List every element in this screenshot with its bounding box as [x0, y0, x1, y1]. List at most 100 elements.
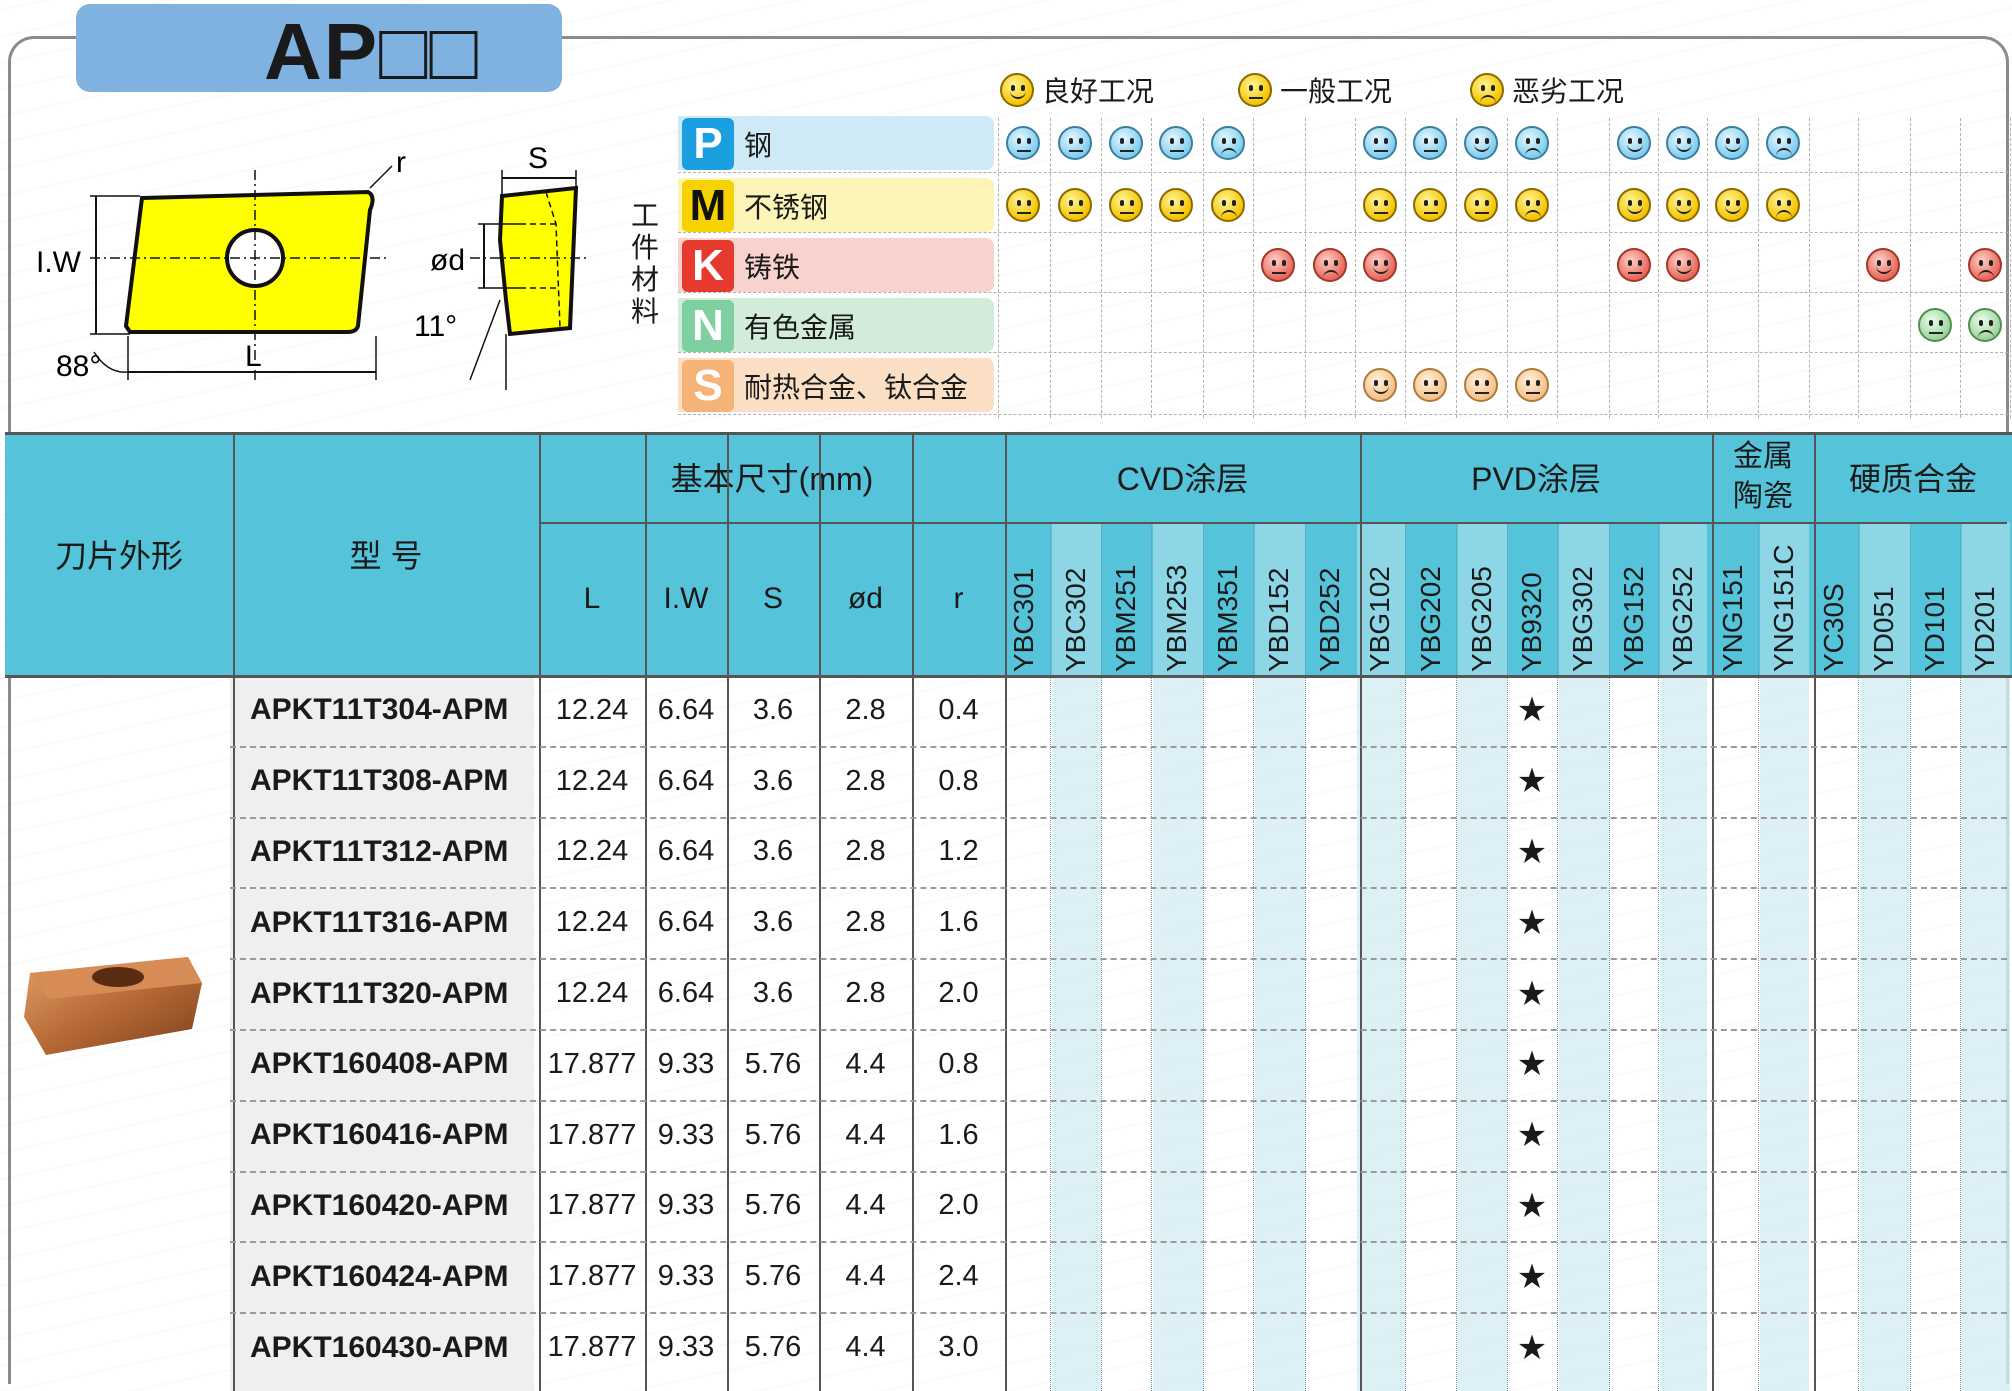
grade-label: YBC302	[1059, 567, 1091, 672]
neutral-face-icon	[1413, 188, 1447, 222]
neutral-face-icon	[1363, 188, 1397, 222]
material-grid-vline	[1050, 118, 1051, 418]
dim-value-r: 1.6	[938, 906, 979, 939]
material-grid-vline	[1910, 118, 1911, 418]
sad-face-icon	[1766, 188, 1800, 222]
grade-label: YBG202	[1414, 566, 1446, 672]
dim-value-r: 0.8	[938, 764, 979, 797]
material-grid-vline	[1707, 118, 1708, 418]
sad-face-icon	[1515, 188, 1549, 222]
dim-value-L: 17.877	[547, 1331, 637, 1364]
grade-vline	[1960, 522, 1961, 1391]
legend-normal: 一般工况	[1238, 72, 1392, 108]
recommended-star-icon: ★	[1516, 1257, 1548, 1296]
dim-value-L: 17.877	[547, 1118, 637, 1151]
smile-face-icon	[1666, 248, 1700, 282]
material-badge-p: P	[682, 118, 734, 170]
dim-header-4: r	[953, 581, 964, 615]
grade-header-cell: YNG151	[1707, 524, 1758, 672]
dim-value-r: 1.6	[938, 1118, 979, 1151]
label-r: r	[396, 146, 406, 179]
table-vline	[1712, 432, 1714, 1391]
neutral-face-icon	[1058, 188, 1092, 222]
material-grid-vline	[1101, 118, 1102, 418]
material-badge-k: K	[682, 240, 734, 292]
grade-vline	[1456, 522, 1457, 1391]
recommended-star-icon: ★	[1516, 1328, 1548, 1367]
neutral-face-icon	[1006, 188, 1040, 222]
grade-header-cell: YD101	[1910, 524, 1960, 672]
table-vline	[1005, 432, 1007, 1391]
dim-value-L: 12.24	[555, 906, 629, 939]
dim-value-d: 4.4	[845, 1047, 886, 1080]
grade-label: YBD252	[1314, 567, 1345, 672]
neutral-face-icon	[1238, 73, 1272, 107]
dim-header-3: ød	[847, 581, 883, 615]
dim-value-S: 3.6	[752, 906, 794, 939]
dim-value-d: 2.8	[845, 764, 886, 797]
grade-header-cell: YC30S	[1809, 524, 1858, 672]
grade-label: YBG252	[1666, 566, 1698, 672]
dim-value-S: 5.76	[744, 1331, 802, 1364]
model-name: APKT160420-APM	[250, 1188, 509, 1222]
dim-value-d: 4.4	[845, 1118, 886, 1151]
material-grid-hline	[678, 292, 2008, 293]
grade-header-cell: YBG252	[1658, 524, 1707, 672]
model-name: APKT160424-APM	[250, 1259, 509, 1293]
sad-face-icon	[1515, 126, 1549, 160]
dim-value-d: 2.8	[845, 906, 886, 939]
smile-face-icon	[1715, 126, 1749, 160]
grade-label: YD201	[1969, 586, 2000, 672]
sad-face-icon	[1211, 126, 1245, 160]
material-grid-hline	[678, 232, 2008, 233]
dim-value-IW: 6.64	[657, 693, 715, 726]
dim-value-S: 5.76	[744, 1189, 802, 1222]
grade-vline	[1253, 522, 1254, 1391]
material-name-s: 耐热合金、钛合金	[744, 372, 969, 403]
label-L: L	[245, 340, 262, 373]
dim-value-S: 3.6	[752, 764, 794, 797]
grade-vline	[1101, 522, 1102, 1391]
grade-label: YBM253	[1161, 564, 1192, 672]
grade-label: YBD152	[1263, 567, 1294, 672]
dim-value-L: 17.877	[547, 1189, 637, 1222]
grade-vline	[1203, 522, 1204, 1391]
header-model: 型 号	[349, 537, 423, 574]
recommended-star-icon: ★	[1516, 903, 1548, 942]
material-badge-m: M	[682, 180, 734, 232]
grade-vline	[1758, 522, 1759, 1391]
grade-vline	[1405, 522, 1406, 1391]
model-name: APKT11T316-APM	[250, 905, 509, 939]
neutral-face-icon	[1464, 188, 1498, 222]
neutral-face-icon	[1413, 368, 1447, 402]
legend-good: 良好工况	[1000, 72, 1154, 108]
neutral-face-icon	[1918, 308, 1952, 342]
smile-face-icon	[1617, 188, 1651, 222]
material-grid-vline	[2010, 118, 2011, 418]
neutral-face-icon	[1413, 126, 1447, 160]
label-S: S	[528, 142, 548, 175]
grade-vline	[1151, 522, 1152, 1391]
material-grid-vline	[1305, 118, 1306, 418]
material-grid-vline	[1203, 118, 1204, 418]
grade-header-cell: YD051	[1858, 524, 1910, 672]
material-grid-vline	[1355, 118, 1356, 418]
smile-face-icon	[1715, 188, 1749, 222]
dim-value-S: 5.76	[744, 1260, 802, 1293]
material-name-k: 铸铁	[744, 252, 801, 283]
dim-value-L: 12.24	[555, 693, 629, 726]
grade-vline	[1050, 522, 1051, 1391]
dim-value-r: 1.2	[938, 835, 979, 868]
grade-label: YNG151	[1716, 564, 1748, 672]
dim-value-r: 3.0	[938, 1331, 979, 1364]
dim-value-S: 3.6	[752, 693, 794, 726]
grade-header-cell: YBG202	[1405, 524, 1456, 672]
insert-dimension-diagram: r I.W L 88° S ød 11°	[36, 142, 590, 390]
smile-face-icon	[1666, 126, 1700, 160]
dim-value-IW: 9.33	[657, 1047, 715, 1080]
grade-vline	[1557, 522, 1558, 1391]
grade-vline	[1609, 522, 1610, 1391]
dim-value-L: 17.877	[547, 1047, 637, 1080]
grade-label: YBM351	[1212, 564, 1243, 672]
neutral-face-icon	[1109, 188, 1143, 222]
